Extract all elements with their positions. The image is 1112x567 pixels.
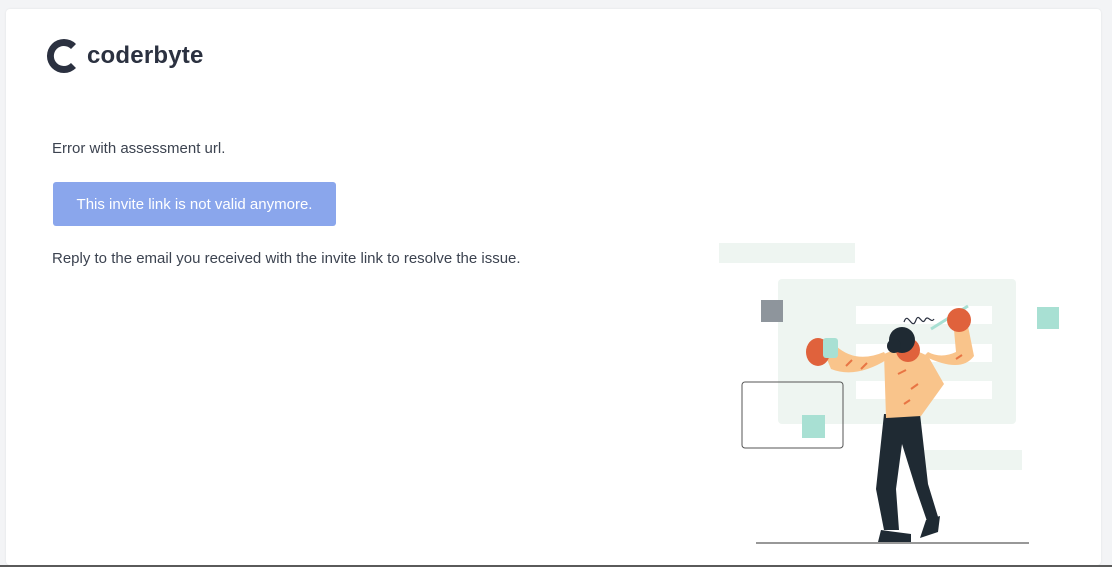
brand-name: coderbyte xyxy=(87,42,204,69)
coderbyte-logo[interactable]: coderbyte xyxy=(46,36,204,76)
error-card: coderbyte Error with assessment url. Thi… xyxy=(6,9,1101,565)
invalid-link-banner: This invite link is not valid anymore. xyxy=(53,182,336,226)
error-title: Error with assessment url. xyxy=(52,140,226,157)
invalid-link-text: This invite link is not valid anymore. xyxy=(76,195,313,213)
resolution-instructions: Reply to the email you received with the… xyxy=(52,250,521,267)
person-writing-on-board-illustration xyxy=(719,243,1059,544)
coderbyte-c-icon xyxy=(46,39,76,73)
